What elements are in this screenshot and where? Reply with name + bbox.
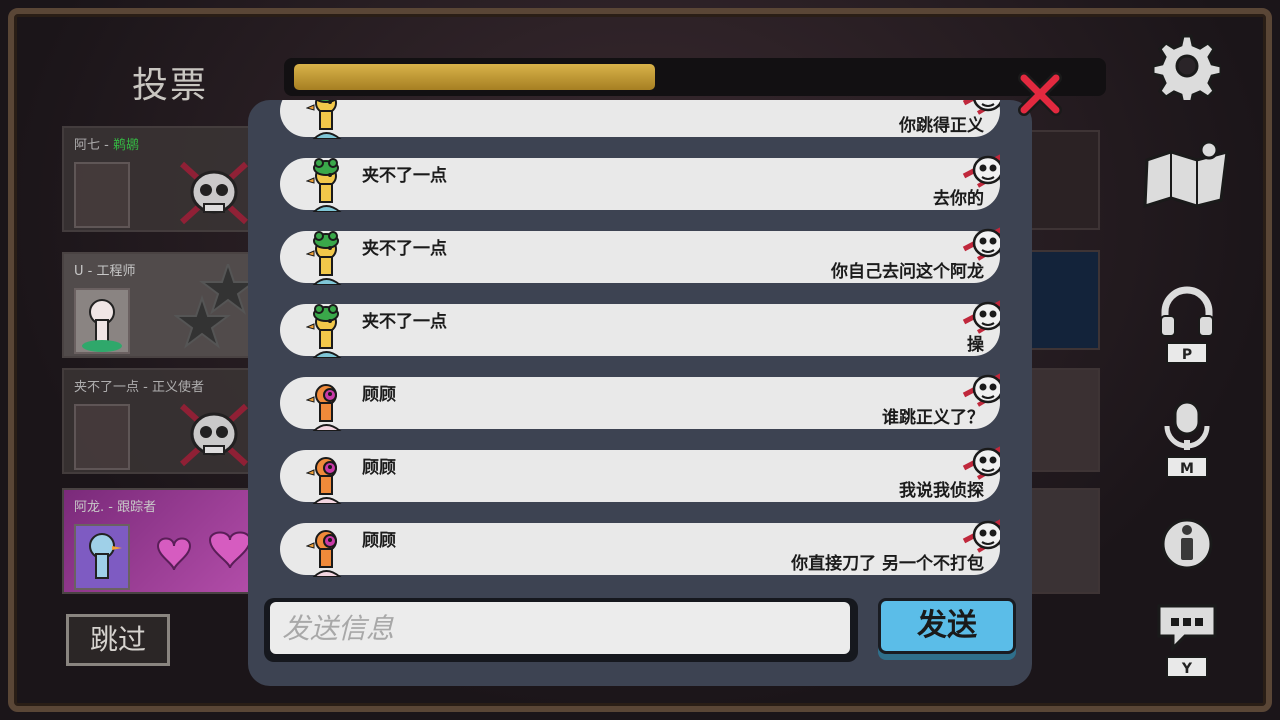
- player-portrait: [74, 162, 130, 228]
- message-sender: 夹不了一点: [362, 239, 447, 259]
- role-skull-badge-icon: [962, 227, 1000, 261]
- message-sender: 顾顾: [362, 385, 396, 405]
- gear-icon: [1153, 34, 1221, 100]
- orange-goose-avatar-icon: [306, 384, 342, 431]
- role-skull-badge-icon: [962, 519, 1000, 553]
- frog-goose-avatar-icon: [306, 304, 342, 358]
- player-card-4[interactable]: 阿龙. - 跟踪者: [62, 488, 262, 594]
- close-icon[interactable]: [1016, 70, 1064, 118]
- hotkey-badge: Y: [1166, 656, 1208, 678]
- message-sender: 夹不了一点: [362, 166, 447, 186]
- vote-timer-bar: [284, 58, 1106, 96]
- chat-message-list[interactable]: 你跳得正义夹不了一点 去你的 夹不了一点 你自己去问这个阿龙 夹不了一点操顾顾 谁跳正义了…: [280, 100, 1000, 586]
- chat-icon: [1157, 604, 1217, 652]
- player-name: 阿龙. - 跟踪者: [74, 500, 157, 515]
- frog-goose-avatar-icon: [306, 158, 342, 212]
- scene-panel: [1030, 130, 1100, 230]
- message-text: 你直接刀了 另一个不打包: [791, 554, 984, 574]
- microphone-icon: [1164, 400, 1210, 450]
- hotkey-badge: M: [1166, 456, 1208, 478]
- player-card-2[interactable]: U - 工程师: [62, 252, 262, 358]
- send-button[interactable]: 发送: [878, 598, 1016, 654]
- scene-panel: [1030, 488, 1100, 594]
- goose-avatar-icon: [89, 533, 122, 579]
- info-button[interactable]: [1152, 516, 1222, 572]
- scene-panel: [1030, 250, 1100, 350]
- settings-button[interactable]: [1152, 32, 1222, 100]
- player-card-3[interactable]: 夹不了一点 - 正义使者: [62, 368, 262, 474]
- player-portrait: [74, 524, 130, 590]
- dead-skull-icon: [179, 403, 249, 467]
- role-skull-badge-icon: [962, 373, 1000, 407]
- role-skull-badge-icon: [962, 154, 1000, 188]
- headphones-icon: [1160, 286, 1214, 337]
- player-name: 阿七 - 鹈鹕: [74, 138, 139, 153]
- chat-window: 你跳得正义夹不了一点 去你的 夹不了一点 你自己去问这个阿龙 夹不了一点操顾顾 谁跳正义了…: [248, 100, 1032, 686]
- player-card-1[interactable]: 阿七 - 鹈鹕: [62, 126, 262, 232]
- chat-input-wrapper: [264, 598, 858, 662]
- orange-goose-avatar-icon: [306, 457, 342, 504]
- audio-toggle-button[interactable]: P: [1152, 286, 1222, 364]
- goose-avatar-icon: [82, 299, 122, 352]
- player-name: U - 工程师: [74, 264, 136, 279]
- frog-goose-avatar-icon: [306, 231, 342, 285]
- player-name: 夹不了一点 - 正义使者: [74, 380, 204, 395]
- chat-message: 夹不了一点操: [280, 300, 1000, 358]
- message-sender: 夹不了一点: [362, 312, 447, 332]
- vote-title: 投票: [132, 65, 209, 106]
- chat-message-input[interactable]: [270, 602, 850, 654]
- hotkey-badge: P: [1166, 342, 1208, 364]
- chat-message: 夹不了一点 去你的: [280, 154, 1000, 212]
- orange-goose-avatar-icon: [306, 530, 342, 577]
- chat-button[interactable]: Y: [1152, 602, 1222, 678]
- player-portrait: [74, 404, 130, 470]
- message-sender: 顾顾: [362, 458, 396, 478]
- voting-screen: 投票 阿七 - 鹈鹕 U - 工程师 夹不了一点 - 正义使者 阿龙. - 跟踪…: [0, 0, 1280, 720]
- chat-message: 夹不了一点 你自己去问这个阿龙: [280, 227, 1000, 285]
- player-portrait: [74, 288, 130, 354]
- frog-goose-avatar-icon: [306, 100, 342, 139]
- info-icon: [1161, 518, 1213, 570]
- role-skull-badge-icon: [962, 100, 1000, 115]
- message-sender: 顾顾: [362, 531, 396, 551]
- chat-message: 顾顾你直接刀了 另一个不打包: [280, 519, 1000, 577]
- skip-vote-button[interactable]: 跳过: [66, 614, 170, 666]
- chat-message: 顾顾 我说我侦探: [280, 446, 1000, 504]
- chat-message: 顾顾 谁跳正义了？: [280, 373, 1000, 431]
- chat-message: 你跳得正义: [280, 100, 1000, 139]
- map-icon: [1143, 140, 1229, 209]
- scene-panel: [1030, 368, 1100, 472]
- role-skull-badge-icon: [962, 446, 1000, 480]
- role-skull-badge-icon: [962, 300, 1000, 334]
- vote-timer-fill: [294, 64, 655, 90]
- map-button[interactable]: [1143, 138, 1229, 210]
- mic-toggle-button[interactable]: M: [1152, 400, 1222, 478]
- dead-skull-icon: [179, 161, 249, 225]
